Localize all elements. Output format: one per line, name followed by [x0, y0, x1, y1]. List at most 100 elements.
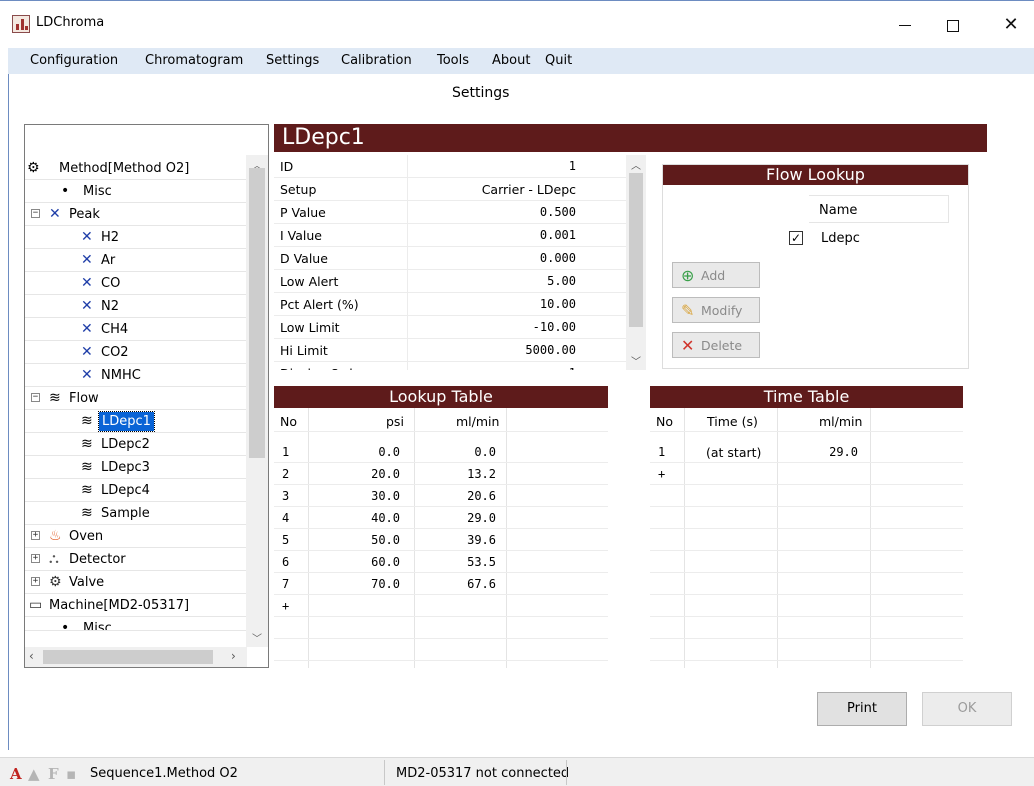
- tree-item-co[interactable]: ✕ CO: [25, 272, 247, 295]
- add-button[interactable]: ⊕ Add: [672, 262, 760, 288]
- gears-icon: ⚙: [27, 160, 40, 176]
- close-button[interactable]: ✕: [988, 11, 1034, 39]
- menu-calibration[interactable]: Calibration: [341, 53, 412, 68]
- prop-row[interactable]: Hi Limit 5000.00: [274, 339, 626, 362]
- tree-item-ldepc3[interactable]: ≋ LDepc3: [25, 456, 247, 479]
- tree-item-peak[interactable]: − ✕ Peak: [25, 203, 247, 226]
- table-row[interactable]: 3 30.0 20.6: [274, 485, 608, 507]
- tree-item-method[interactable]: ⚙ Method[Method O2]: [25, 157, 247, 180]
- menu-about[interactable]: About: [492, 53, 530, 68]
- table-row[interactable]: 5 50.0 39.6: [274, 529, 608, 551]
- table-row: [274, 617, 608, 639]
- warning-icon: ▲: [28, 765, 40, 783]
- app-logo-icon: [12, 15, 30, 33]
- delete-button[interactable]: ✕ Delete: [672, 332, 760, 358]
- collapse-icon[interactable]: −: [31, 209, 40, 218]
- peak-icon: ✕: [81, 344, 93, 360]
- print-button[interactable]: Print: [817, 692, 907, 726]
- flow-lookup-grid[interactable]: Name ✓ Ldepc: [783, 195, 963, 251]
- menu-quit[interactable]: Quit: [545, 53, 572, 68]
- table-row[interactable]: 1 0.0 0.0: [274, 441, 608, 463]
- tree-item-sample[interactable]: ≋ Sample: [25, 502, 247, 525]
- property-grid[interactable]: ID 1 Setup Carrier - LDepc P Value 0.500 I …: [274, 155, 646, 370]
- prop-row[interactable]: Setup Carrier - LDepc: [274, 178, 626, 201]
- tree-item-ldepc1[interactable]: ≋ LDepc1: [25, 410, 247, 433]
- table-row: [274, 639, 608, 661]
- settings-tree[interactable]: ⚙ Method[Method O2] • Misc − ✕ Peak ✕ H2…: [24, 124, 269, 668]
- table-row: [650, 595, 963, 617]
- tree-item-machine-misc[interactable]: • Misc: [25, 617, 247, 631]
- menu-tools[interactable]: Tools: [437, 53, 469, 68]
- flow-lookup-title: Flow Lookup: [663, 165, 968, 185]
- menu-settings[interactable]: Settings: [266, 53, 319, 68]
- tree-item-ar[interactable]: ✕ Ar: [25, 249, 247, 272]
- ok-button[interactable]: OK: [922, 692, 1012, 726]
- tree-vertical-scrollbar[interactable]: ︿ ﹀: [246, 155, 268, 647]
- tree-item-ch4[interactable]: ✕ CH4: [25, 318, 247, 341]
- tree-item-co2[interactable]: ✕ CO2: [25, 341, 247, 364]
- tree-item-h2[interactable]: ✕ H2: [25, 226, 247, 249]
- scroll-left-icon[interactable]: ‹: [29, 649, 34, 663]
- table-row[interactable]: 2 20.0 13.2: [274, 463, 608, 485]
- minimize-button[interactable]: [882, 11, 928, 39]
- title-bar: LDChroma ✕: [0, 0, 1034, 48]
- scroll-thumb[interactable]: [43, 650, 213, 664]
- tree-item-misc[interactable]: • Misc: [25, 180, 247, 203]
- table-row: [650, 529, 963, 551]
- expand-icon[interactable]: +: [31, 577, 40, 586]
- prop-row[interactable]: P Value 0.500: [274, 201, 626, 224]
- editor-header: LDepc1: [274, 124, 987, 152]
- flow-icon: ≋: [81, 459, 93, 475]
- sequence-status: Sequence1.Method O2: [90, 766, 238, 781]
- table-row[interactable]: 7 70.0 67.6: [274, 573, 608, 595]
- row-checkbox[interactable]: ✓: [789, 231, 803, 245]
- tree-item-n2[interactable]: ✕ N2: [25, 295, 247, 318]
- maximize-button[interactable]: [930, 11, 976, 39]
- page-title: Settings: [452, 85, 510, 101]
- drive-icon: ▭: [29, 597, 43, 613]
- prop-row[interactable]: Low Alert 5.00: [274, 270, 626, 293]
- flow-icon: ≋: [81, 505, 93, 521]
- tree-item-ldepc2[interactable]: ≋ LDepc2: [25, 433, 247, 456]
- scroll-up-icon[interactable]: ︿: [631, 157, 641, 172]
- menu-configuration[interactable]: Configuration: [30, 53, 118, 68]
- tree-item-detector[interactable]: + ⛬ Detector: [25, 548, 247, 571]
- prop-row[interactable]: Pct Alert (%) 10.00: [274, 293, 626, 316]
- collapse-icon[interactable]: −: [31, 393, 40, 402]
- tree-horizontal-scrollbar[interactable]: ‹ ›: [25, 647, 247, 667]
- expand-icon[interactable]: +: [31, 554, 40, 563]
- tree-item-machine[interactable]: ▭ Machine[MD2-05317]: [25, 594, 247, 617]
- scroll-down-icon[interactable]: ﹀: [252, 630, 262, 645]
- scroll-down-icon[interactable]: ﹀: [631, 353, 641, 368]
- detector-icon: ⛬: [49, 551, 59, 567]
- prop-row[interactable]: I Value 0.001: [274, 224, 626, 247]
- prop-row[interactable]: D Value 0.000: [274, 247, 626, 270]
- tree-item-oven[interactable]: + ♨ Oven: [25, 525, 247, 548]
- table-row[interactable]: 4 40.0 29.0: [274, 507, 608, 529]
- tree-item-ldepc4[interactable]: ≋ LDepc4: [25, 479, 247, 502]
- column-header: Name: [809, 195, 949, 223]
- prop-row[interactable]: ID 1: [274, 155, 626, 178]
- scroll-right-icon[interactable]: ›: [231, 649, 236, 663]
- prop-row[interactable]: Display Order1: [274, 362, 626, 370]
- table-row[interactable]: 6 60.0 53.5: [274, 551, 608, 573]
- table-row: [650, 551, 963, 573]
- property-scrollbar[interactable]: ︿ ﹀: [626, 155, 646, 370]
- add-icon: ⊕: [681, 266, 695, 285]
- prop-row[interactable]: Low Limit -10.00: [274, 316, 626, 339]
- valve-icon: ⚙: [49, 574, 62, 590]
- menu-chromatogram[interactable]: Chromatogram: [145, 53, 243, 68]
- add-row[interactable]: +: [650, 463, 963, 485]
- menu-bar: Configuration Chromatogram Settings Cali…: [8, 48, 1034, 74]
- scroll-thumb[interactable]: [249, 168, 265, 458]
- add-row[interactable]: +: [274, 595, 608, 617]
- expand-icon[interactable]: +: [31, 531, 40, 540]
- tree-item-valve[interactable]: + ⚙ Valve: [25, 571, 247, 594]
- status-bar: A ▲ F ▪ Sequence1.Method O2 MD2-05317 no…: [0, 757, 1034, 786]
- flow-name: Ldepc: [821, 231, 860, 246]
- scroll-thumb[interactable]: [629, 173, 643, 327]
- tree-item-flow[interactable]: − ≋ Flow: [25, 387, 247, 410]
- table-row[interactable]: 1 (at start) 29.0: [650, 441, 963, 463]
- tree-item-nmhc[interactable]: ✕ NMHC: [25, 364, 247, 387]
- modify-button[interactable]: ✎ Modify: [672, 297, 760, 323]
